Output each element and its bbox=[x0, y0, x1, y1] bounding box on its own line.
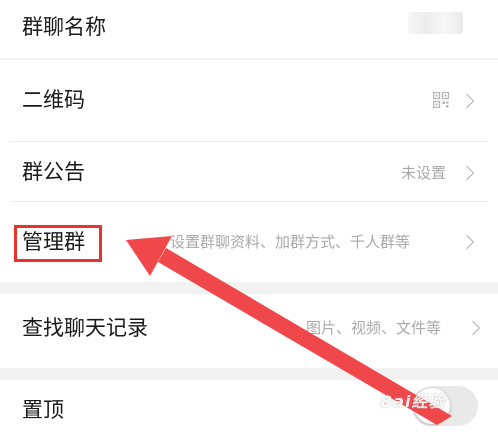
row-search-history[interactable]: 查找聊天记录 图片、视频、文件等 bbox=[0, 294, 498, 368]
group-name-value-blurred bbox=[408, 12, 463, 34]
group-settings-screen: 群聊名称 二维码 群公告 未设置 管理群 设置群聊资料、加群方式、千人群等 查找… bbox=[0, 0, 498, 435]
row-notice-value: 未设置 bbox=[401, 164, 447, 182]
row-search-history-value: 图片、视频、文件等 bbox=[306, 319, 442, 337]
row-qrcode[interactable]: 二维码 bbox=[0, 60, 498, 142]
row-pin-top-title: 置顶 bbox=[22, 398, 64, 422]
row-manage-group-chevron-icon bbox=[459, 234, 475, 250]
row-notice-title: 群公告 bbox=[22, 160, 85, 184]
row-notice-chevron-icon bbox=[459, 165, 475, 181]
row-search-history-title: 查找聊天记录 bbox=[22, 316, 148, 340]
row-qrcode-title: 二维码 bbox=[22, 88, 85, 112]
pin-top-toggle[interactable] bbox=[412, 386, 478, 426]
row-manage-group-value: 设置群聊资料、加群方式、千人群等 bbox=[170, 233, 411, 251]
row-group-name-title: 群聊名称 bbox=[22, 15, 106, 39]
annotation-highlight-box bbox=[14, 225, 102, 262]
row-search-history-chevron-icon bbox=[465, 320, 481, 336]
pin-top-toggle-knob bbox=[414, 388, 450, 424]
row-group-name[interactable]: 群聊名称 bbox=[0, 0, 498, 58]
row-notice[interactable]: 群公告 未设置 bbox=[0, 142, 498, 202]
row-qrcode-chevron-icon bbox=[459, 93, 475, 109]
qr-code-icon bbox=[433, 92, 449, 108]
